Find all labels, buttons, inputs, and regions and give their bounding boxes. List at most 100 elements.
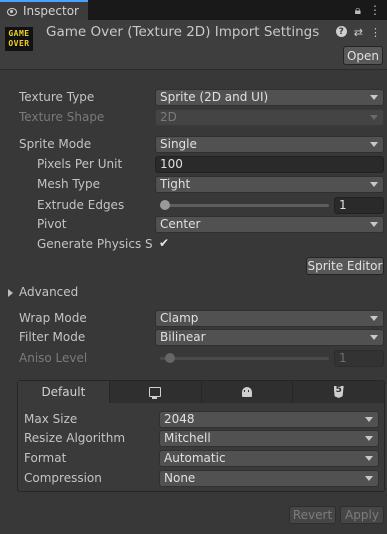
inspector-icon xyxy=(6,6,17,17)
aniso-level-row: Aniso Level 1 xyxy=(0,350,387,368)
tab-default-label: Default xyxy=(41,385,86,399)
help-icon[interactable]: ? xyxy=(335,26,347,37)
extrude-edges-slider-knob[interactable] xyxy=(160,200,171,210)
sprite-mode-label: Sprite Mode xyxy=(19,137,92,151)
pixels-per-unit-row: Pixels Per Unit 100 xyxy=(0,156,387,174)
preset-icon[interactable]: ⇄ xyxy=(354,26,363,39)
max-size-label: Max Size xyxy=(24,412,78,426)
chevron-right-icon xyxy=(8,289,13,297)
texture-thumbnail: GAME OVER xyxy=(5,27,33,51)
texture-shape-label: Texture Shape xyxy=(19,110,105,124)
more-menu-icon[interactable]: ⋮ xyxy=(369,3,381,18)
max-size-value: 2048 xyxy=(164,412,195,426)
wrap-mode-dropdown[interactable]: Clamp xyxy=(155,310,384,327)
pivot-dropdown[interactable]: Center xyxy=(155,216,384,233)
window-controls: 🔒︎ ⋮ xyxy=(355,3,381,18)
compression-label: Compression xyxy=(24,471,102,485)
format-value: Automatic xyxy=(164,451,226,465)
generate-physics-shape-row: Generate Physics Sha ✔ xyxy=(0,236,387,254)
tab-inspector-label: Inspector xyxy=(23,4,79,18)
max-size-dropdown[interactable]: 2048 xyxy=(159,411,379,428)
page-title: Game Over (Texture 2D) Import Settings xyxy=(46,24,320,40)
extrude-edges-field[interactable]: 1 xyxy=(334,197,384,214)
html5-icon xyxy=(333,386,344,398)
lock-icon[interactable]: 🔒︎ xyxy=(355,3,361,18)
texture-type-row: Texture Type Sprite (2D and UI) xyxy=(0,89,387,107)
chevron-down-icon xyxy=(370,222,378,227)
chevron-down-icon xyxy=(370,95,378,100)
resize-algorithm-label: Resize Algorithm xyxy=(24,431,126,445)
generate-physics-shape-checkbox[interactable]: ✔ xyxy=(159,236,169,250)
tab-default[interactable]: Default xyxy=(18,381,109,403)
sprite-editor-button[interactable]: Sprite Editor xyxy=(306,257,384,275)
android-icon xyxy=(241,387,252,397)
texture-shape-dropdown: 2D xyxy=(155,109,384,126)
monitor-icon xyxy=(149,387,162,399)
aniso-level-label: Aniso Level xyxy=(19,351,88,365)
pivot-label: Pivot xyxy=(37,217,67,231)
mesh-type-dropdown[interactable]: Tight xyxy=(155,176,384,193)
texture-shape-row: Texture Shape 2D xyxy=(0,109,387,127)
filter-mode-value: Bilinear xyxy=(160,330,206,344)
max-size-row: Max Size 2048 xyxy=(0,411,387,429)
platform-tabs: Default xyxy=(18,381,384,403)
aniso-level-field: 1 xyxy=(334,350,384,367)
texture-type-dropdown[interactable]: Sprite (2D and UI) xyxy=(155,89,384,106)
tab-standalone[interactable] xyxy=(108,381,201,403)
texture-type-value: Sprite (2D and UI) xyxy=(160,90,269,104)
revert-button[interactable]: Revert xyxy=(289,506,336,524)
open-button[interactable]: Open xyxy=(343,46,383,65)
tab-webgl[interactable] xyxy=(292,381,384,403)
compression-row: Compression None xyxy=(0,470,387,488)
chevron-down-icon xyxy=(370,182,378,187)
texture-shape-value: 2D xyxy=(160,110,177,124)
pivot-value: Center xyxy=(160,217,201,231)
extrude-edges-label: Extrude Edges xyxy=(37,198,125,212)
resize-algorithm-value: Mitchell xyxy=(164,431,211,445)
filter-mode-label: Filter Mode xyxy=(19,330,86,344)
pixels-per-unit-field[interactable]: 100 xyxy=(155,156,384,173)
format-label: Format xyxy=(24,451,67,465)
apply-button[interactable]: Apply xyxy=(340,506,384,524)
tab-inspector[interactable]: Inspector xyxy=(0,0,88,20)
resize-algorithm-row: Resize Algorithm Mitchell xyxy=(0,430,387,448)
chevron-down-icon xyxy=(370,335,378,340)
mesh-type-row: Mesh Type Tight xyxy=(0,176,387,194)
generate-physics-shape-label: Generate Physics Sha xyxy=(37,237,152,251)
resize-algorithm-dropdown[interactable]: Mitchell xyxy=(159,430,379,447)
wrap-mode-row: Wrap Mode Clamp xyxy=(0,310,387,328)
tab-android[interactable] xyxy=(200,381,293,403)
extrude-edges-slider-track[interactable] xyxy=(160,204,329,207)
compression-value: None xyxy=(164,471,196,485)
sprite-mode-dropdown[interactable]: Single xyxy=(155,136,384,153)
wrap-mode-value: Clamp xyxy=(160,311,199,325)
aniso-level-slider-track xyxy=(160,357,329,360)
chevron-down-icon xyxy=(365,456,373,461)
mesh-type-label: Mesh Type xyxy=(37,177,100,191)
format-row: Format Automatic xyxy=(0,450,387,468)
filter-mode-row: Filter Mode Bilinear xyxy=(0,329,387,347)
chevron-down-icon xyxy=(370,115,378,120)
extrude-edges-row: Extrude Edges 1 xyxy=(0,197,387,215)
asset-header: GAME OVER Game Over (Texture 2D) Import … xyxy=(0,20,387,70)
chevron-down-icon xyxy=(365,417,373,422)
filter-mode-dropdown[interactable]: Bilinear xyxy=(155,329,384,346)
window-tab-bar: Inspector 🔒︎ ⋮ xyxy=(0,0,387,20)
more-menu-icon[interactable]: ⋮ xyxy=(370,26,381,39)
header-actions: ? ⇄ ⋮ xyxy=(335,26,381,39)
sprite-mode-value: Single xyxy=(160,137,197,151)
advanced-foldout[interactable]: Advanced xyxy=(0,284,387,302)
chevron-down-icon xyxy=(365,476,373,481)
pivot-row: Pivot Center xyxy=(0,216,387,234)
compression-dropdown[interactable]: None xyxy=(159,470,379,487)
texture-type-label: Texture Type xyxy=(19,90,95,104)
wrap-mode-label: Wrap Mode xyxy=(19,311,87,325)
chevron-down-icon xyxy=(370,316,378,321)
chevron-down-icon xyxy=(365,436,373,441)
sprite-mode-row: Sprite Mode Single xyxy=(0,136,387,154)
mesh-type-value: Tight xyxy=(160,177,191,191)
aniso-level-slider-knob xyxy=(165,353,176,363)
format-dropdown[interactable]: Automatic xyxy=(159,450,379,467)
advanced-label: Advanced xyxy=(19,285,79,299)
chevron-down-icon xyxy=(370,142,378,147)
